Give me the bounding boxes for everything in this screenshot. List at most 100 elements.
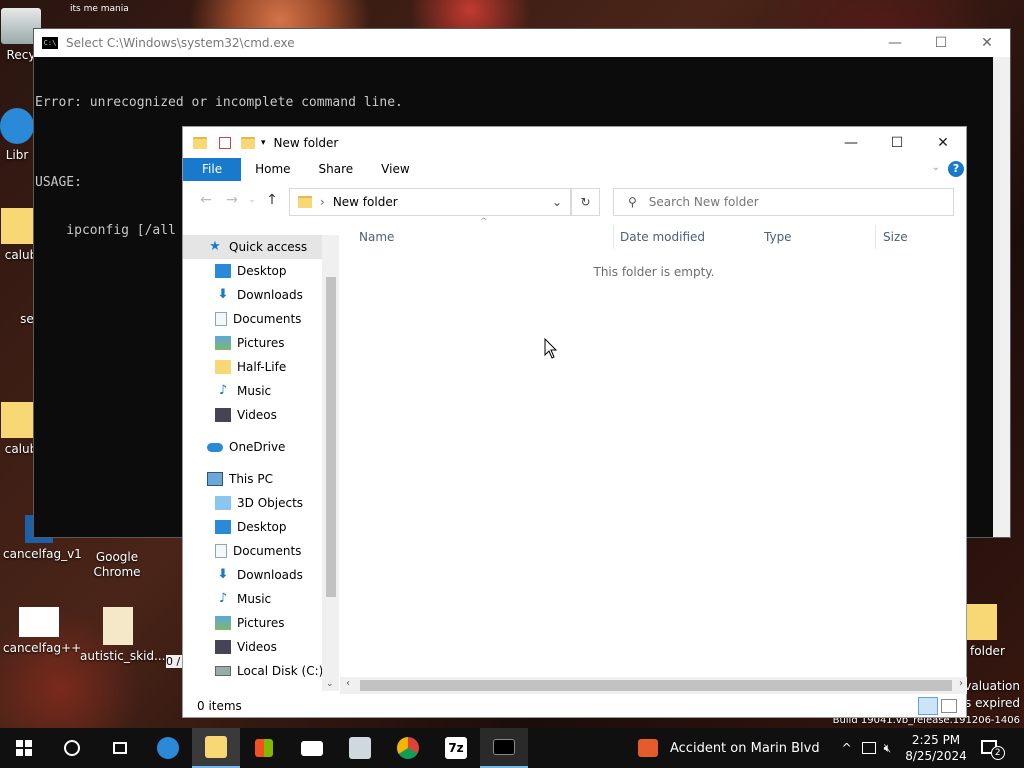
cmd-title: Select C:\Windows\system32\cmd.exe — [66, 36, 295, 50]
back-icon[interactable]: ← — [193, 192, 219, 208]
up-icon[interactable]: ↑ — [259, 192, 285, 208]
tab-view[interactable]: View — [367, 158, 423, 181]
forward-icon[interactable]: → — [219, 192, 245, 208]
sidebar-item-videos[interactable]: Videos — [183, 635, 339, 659]
navigation-pane[interactable]: ★Quick accessDesktop📌︎⬇Downloads📌︎Docume… — [183, 235, 339, 691]
tab-share[interactable]: Share — [305, 158, 368, 181]
sidebar-item-videos[interactable]: Videos — [183, 403, 339, 427]
minimize-button[interactable]: — — [828, 135, 874, 151]
sidebar-item-label: Downloads — [237, 568, 303, 582]
notification-button[interactable]: 2 — [980, 738, 1005, 760]
scroll-left-icon[interactable]: ‹ — [346, 678, 350, 689]
expand-ribbon-icon[interactable]: ⌄ — [932, 162, 940, 173]
network-icon[interactable] — [861, 742, 876, 754]
explorer-titlebar[interactable]: ▾ New folder — ☐ ✕ — [183, 127, 966, 158]
maximize-button[interactable]: ☐ — [918, 35, 964, 51]
desktop-top-snippet: its me mania — [70, 4, 129, 14]
close-button[interactable]: ✕ — [964, 35, 1010, 51]
sidebar-item-documents[interactable]: Documents — [183, 539, 339, 563]
refresh-button[interactable]: ↻ — [571, 188, 600, 216]
maximize-button[interactable]: ☐ — [874, 135, 920, 151]
sidebar-item-pictures[interactable]: Pictures📌︎ — [183, 331, 339, 355]
tab-home[interactable]: Home — [241, 158, 304, 181]
clock[interactable]: 2:25 PM 8/25/2024 — [905, 732, 967, 764]
sidebar-item-local-disk-c[interactable]: Local Disk (C:) — [183, 659, 339, 683]
minimize-button[interactable]: — — [872, 35, 918, 51]
search-button[interactable] — [48, 728, 96, 768]
nav-scrollbar-thumb[interactable] — [326, 277, 336, 597]
sidebar-item-3d-objects[interactable]: 3D Objects — [183, 491, 339, 515]
star-icon: ★ — [209, 239, 221, 254]
desktop-icon-label: cancelfag_v1 — [3, 547, 82, 561]
pc-icon — [207, 472, 223, 486]
sidebar-item-downloads[interactable]: ⬇ Downloads — [183, 563, 339, 587]
taskbar-app-edge[interactable] — [144, 728, 192, 768]
details-view-toggle[interactable] — [918, 697, 938, 715]
search-input[interactable]: ⚲ Search New folder — [613, 188, 954, 216]
large-icons-view-toggle[interactable] — [941, 699, 957, 713]
column-type[interactable]: Type — [764, 230, 792, 244]
sidebar-item-label: Pictures — [237, 336, 285, 350]
sidebar-item-label: 3D Objects — [237, 496, 304, 510]
taskbar-app-image[interactable] — [336, 728, 384, 768]
sidebar-item-label: Downloads — [237, 288, 303, 302]
sidebar-item-music[interactable]: ♪ Music — [183, 587, 339, 611]
gear-icon — [19, 607, 59, 637]
folder-icon — [967, 604, 997, 640]
sidebar-item-downloads[interactable]: ⬇Downloads📌︎ — [183, 283, 339, 307]
background-window-status: 0 / — [166, 655, 182, 668]
status-item-count: 0 items — [197, 699, 242, 713]
desktop-icon-autistic-skid[interactable]: autistic_skid... — [80, 607, 165, 664]
breadcrumb[interactable]: New folder — [333, 195, 398, 209]
address-bar[interactable]: › New folder ⌄ — [289, 188, 571, 216]
taskbar-app-7zip[interactable]: 7z — [432, 728, 480, 768]
cmd-scrollbar[interactable] — [993, 57, 1010, 537]
desktop-icon-cancelfag-pp[interactable]: cancelfag++ — [3, 607, 81, 656]
sidebar-item-label: Quick access — [229, 240, 308, 254]
chevron-down-icon[interactable]: ⌄ — [552, 195, 562, 209]
cmd-titlebar[interactable]: C:\ Select C:\Windows\system32\cmd.exe —… — [34, 29, 1010, 57]
video-icon — [215, 640, 231, 654]
recent-locations-icon[interactable]: ⌄ — [245, 195, 259, 205]
taskbar-app-store[interactable] — [240, 728, 288, 768]
scroll-down-icon[interactable]: ⌄ — [326, 679, 334, 689]
taskbar-app-explorer[interactable] — [192, 728, 240, 768]
sidebar-item-label: Desktop — [237, 520, 287, 534]
sidebar-item-quick-access[interactable]: ★ Quick access — [183, 235, 339, 259]
explorer-window[interactable]: ▾ New folder — ☐ ✕ File Home Share View … — [182, 126, 967, 718]
properties-icon[interactable] — [219, 136, 231, 149]
chevron-down-icon[interactable]: ▾ — [261, 138, 266, 148]
start-button[interactable] — [0, 728, 48, 768]
volume-muted-icon[interactable]: 🔇︎ — [884, 741, 892, 756]
chevron-up-icon[interactable]: ^ — [842, 741, 852, 755]
taskbar-app-cmd[interactable] — [480, 728, 528, 768]
horizontal-scrollbar[interactable]: ‹ › — [340, 677, 967, 694]
close-button[interactable]: ✕ — [920, 135, 966, 151]
sidebar-item-half-life[interactable]: Half-Life — [183, 355, 339, 379]
sidebar-item-this-pc[interactable]: This PC — [183, 467, 339, 491]
horizontal-scrollbar-thumb[interactable] — [360, 680, 952, 691]
sidebar-item-desktop[interactable]: Desktop📌︎ — [183, 259, 339, 283]
news-widget[interactable]: Accident on Marin Blvd — [638, 739, 820, 757]
task-view-button[interactable] — [96, 728, 144, 768]
sidebar-item-label: Desktop — [237, 264, 287, 278]
down-icon: ⬇ — [217, 567, 229, 582]
desktop-icon-google-chrome[interactable]: Google Chrome — [82, 550, 152, 580]
desktop-icon — [215, 520, 231, 534]
tab-file[interactable]: File — [183, 158, 242, 181]
sidebar-item-pictures[interactable]: Pictures — [183, 611, 339, 635]
column-date-modified[interactable]: Date modified — [620, 230, 705, 244]
help-icon[interactable]: ? — [948, 161, 964, 177]
taskbar-app-mail[interactable] — [288, 728, 336, 768]
sidebar-item-onedrive[interactable]: OneDrive — [183, 435, 339, 459]
scroll-right-icon[interactable]: › — [959, 678, 963, 689]
sidebar-item-documents[interactable]: Documents📌︎ — [183, 307, 339, 331]
sidebar-item-music[interactable]: ♪ Music — [183, 379, 339, 403]
column-name[interactable]: Name — [359, 230, 394, 244]
sidebar-item-desktop[interactable]: Desktop — [183, 515, 339, 539]
taskbar-app-chrome[interactable] — [384, 728, 432, 768]
new-folder-icon[interactable] — [241, 136, 255, 149]
sidebar-item-label: Videos — [237, 408, 277, 422]
column-size[interactable]: Size — [883, 230, 908, 244]
